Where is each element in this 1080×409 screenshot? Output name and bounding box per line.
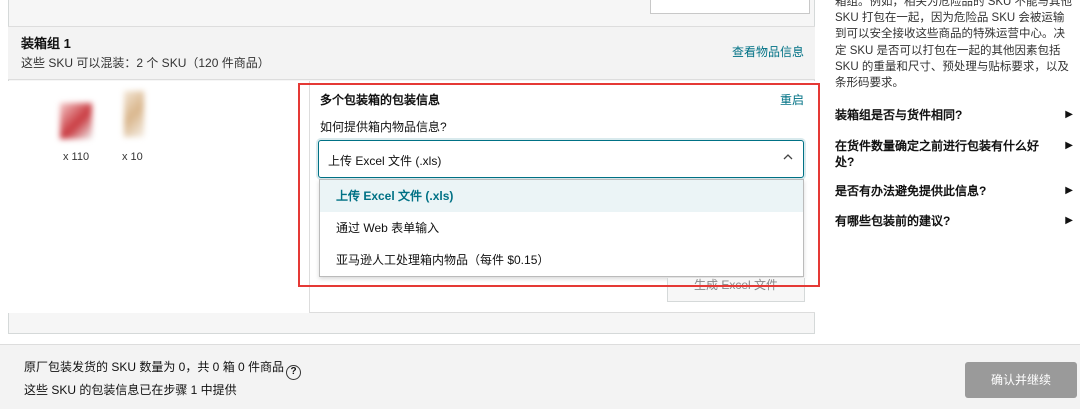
generate-excel-label: 生成 Excel 文件 (693, 278, 778, 292)
footer-note: 这些 SKU 的包装信息已在步骤 1 中提供 (24, 383, 237, 397)
faq-item[interactable]: 在货件数量确定之前进行包装有什么好处? ▶ (835, 138, 1075, 170)
expand-arrow-icon: ▶ (1065, 140, 1073, 151)
faq-item[interactable]: 有哪些包装前的建议? ▶ (835, 213, 1075, 229)
box-group-header (8, 26, 815, 80)
faq-item[interactable]: 是否有办法避免提供此信息? ▶ (835, 183, 1075, 199)
select-current-value: 上传 Excel 文件 (.xls) (328, 154, 442, 168)
confirm-continue-button[interactable]: 确认并继续 (965, 362, 1077, 398)
faq-question: 是否有办法避免提供此信息? (835, 184, 987, 198)
box-group-subtitle: 这些 SKU 可以混装：2 个 SKU（120 件商品） (21, 56, 270, 70)
dropdown-option-web-form[interactable]: 通过 Web 表单输入 (320, 212, 803, 244)
product-image (60, 103, 92, 139)
method-dropdown: 上传 Excel 文件 (.xls) 通过 Web 表单输入 亚马逊人工处理箱内… (319, 179, 804, 277)
chevron-up-icon (783, 151, 793, 165)
product-quantity: x 110 (63, 151, 90, 163)
box-group-title: 装箱组 1 (21, 36, 71, 51)
footer-summary: 原厂包装发货的 SKU 数量为 0，共 0 箱 0 件商品? (24, 358, 302, 380)
faq-question: 有哪些包装前的建议? (835, 214, 951, 228)
view-item-info-link[interactable]: 查看物品信息 (732, 43, 804, 60)
reset-link[interactable]: 重启 (780, 91, 804, 108)
footer-summary-text: 原厂包装发货的 SKU 数量为 0，共 0 箱 0 件商品 (24, 360, 285, 374)
dropdown-option-upload-excel[interactable]: 上传 Excel 文件 (.xls) (320, 180, 803, 212)
help-description: 箱组。例如，相关为危险品的 SKU 不能与其他 SKU 打包在一起，因为危险品 … (835, 0, 1073, 90)
expand-arrow-icon: ▶ (1065, 185, 1073, 196)
help-icon[interactable]: ? (286, 365, 302, 380)
faq-question: 在货件数量确定之前进行包装有什么好处? (835, 139, 1040, 169)
box-content-method-select[interactable]: 上传 Excel 文件 (.xls) (318, 140, 804, 178)
sku-items-column: x 110 x 10 (8, 81, 310, 313)
dropdown-option-manual-processing[interactable]: 亚马逊人工处理箱内物品（每件 $0.15） (320, 244, 803, 276)
faq-question: 装箱组是否与货件相同? (835, 108, 963, 122)
product-image (124, 91, 144, 137)
top-action-button[interactable] (650, 0, 810, 14)
faq-item[interactable]: 装箱组是否与货件相同? ▶ (835, 107, 1075, 123)
generate-excel-button[interactable]: 生成 Excel 文件 (667, 278, 805, 302)
box-content-question: 如何提供箱内物品信息? (320, 120, 447, 134)
product-quantity: x 10 (122, 151, 143, 163)
expand-arrow-icon: ▶ (1065, 109, 1073, 120)
section-title: 多个包装箱的包装信息 (320, 93, 441, 107)
expand-arrow-icon: ▶ (1065, 215, 1073, 226)
